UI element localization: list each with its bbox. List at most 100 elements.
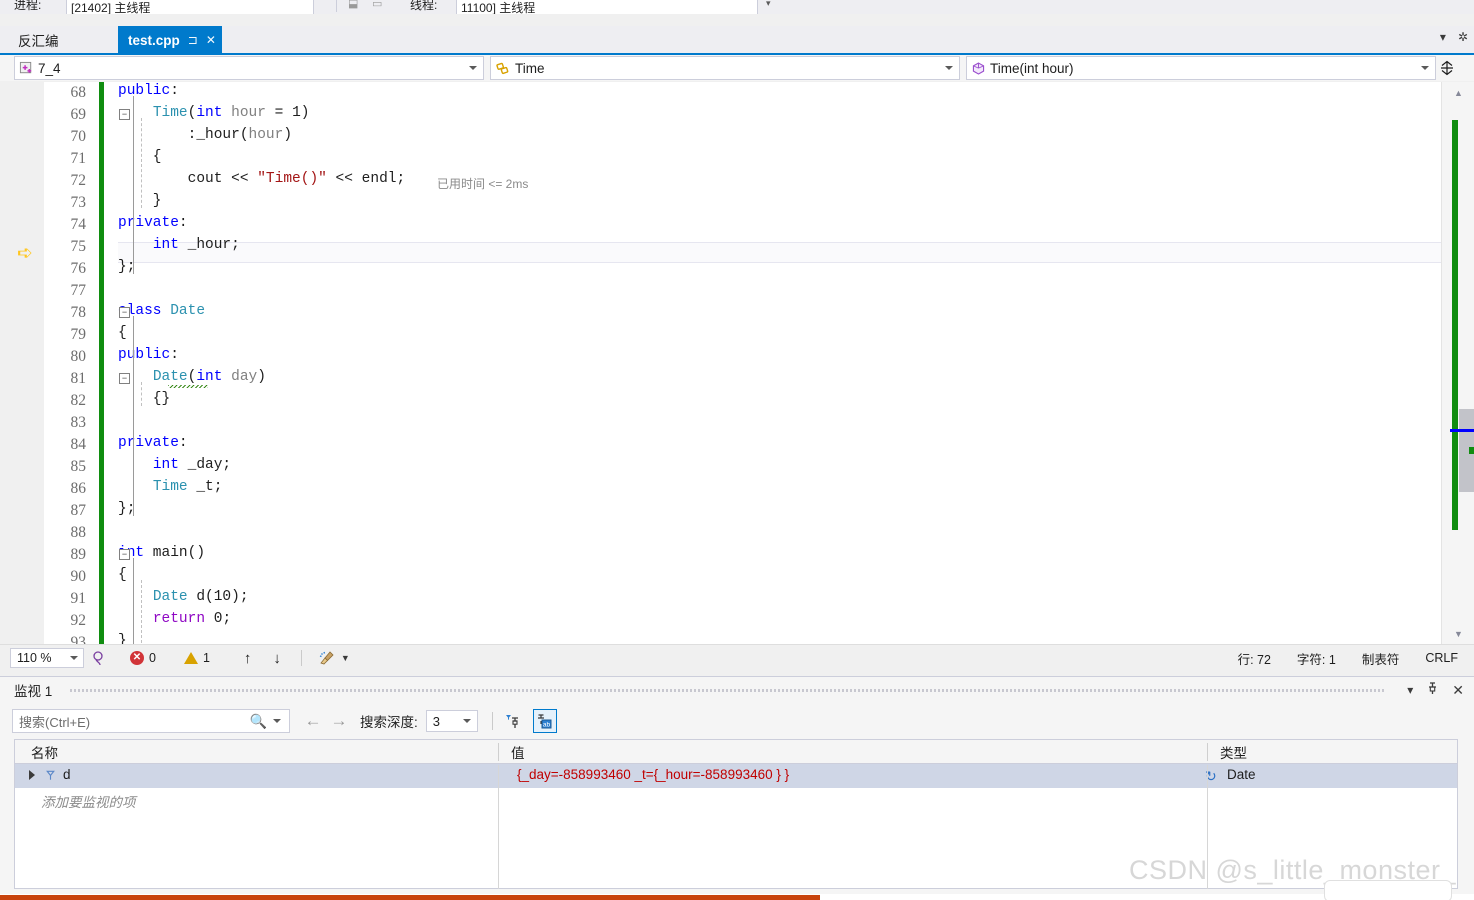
- code-line[interactable]: 90 {: [0, 566, 1441, 588]
- chevron-down-icon[interactable]: ▼: [341, 653, 350, 663]
- toolbar-glyph-1[interactable]: ⬓: [348, 0, 358, 10]
- code-line[interactable]: 92 return 0;: [0, 610, 1441, 632]
- code-lines: 68 public: 69 Time(int hour = 1) − 70 :_hour…: [0, 82, 1441, 644]
- fold-toggle-icon[interactable]: −: [119, 307, 130, 318]
- line-number: 71: [70, 150, 87, 167]
- fold-toggle-icon[interactable]: −: [119, 109, 130, 120]
- pin-filter-button[interactable]: [501, 709, 525, 733]
- member-dropdown[interactable]: Time(int hour): [966, 56, 1436, 80]
- chevron-down-icon[interactable]: ▾: [1407, 683, 1413, 697]
- close-icon[interactable]: ✕: [206, 33, 216, 47]
- code-text: {: [118, 567, 127, 583]
- code-line[interactable]: 80 public:: [0, 346, 1441, 368]
- toolbar-overflow-icon[interactable]: ▾: [766, 0, 771, 9]
- fold-toggle-icon[interactable]: −: [119, 373, 130, 384]
- line-number: 87: [70, 502, 87, 519]
- toolbar-glyph-2[interactable]: ▭: [372, 0, 382, 10]
- navigation-bar: 7_4 Time Time(int hour): [0, 55, 1474, 81]
- code-cleanup-button[interactable]: ▼: [318, 650, 350, 666]
- indent-guide: [141, 118, 142, 208]
- code-line[interactable]: 78 class Date −: [0, 302, 1441, 324]
- search-icon[interactable]: 🔍: [250, 713, 267, 730]
- code-line[interactable]: 84 private:: [0, 434, 1441, 456]
- fold-toggle-icon[interactable]: −: [119, 549, 130, 560]
- watch-row-value[interactable]: {_day=-858993460 _t={_hour=-858993460 } …: [517, 767, 789, 782]
- line-number: 89: [70, 546, 87, 563]
- code-line[interactable]: 76};: [0, 258, 1441, 280]
- status-bar-right: 行: 72 字符: 1 制表符 CRLF: [1238, 649, 1474, 668]
- code-line[interactable]: 91 Date d(10);: [0, 588, 1441, 610]
- hex-display-button[interactable]: ab: [532, 709, 557, 733]
- process-selector[interactable]: [21402] 主线程: [66, 0, 314, 14]
- chevron-down-icon[interactable]: [70, 656, 78, 660]
- scroll-up-icon[interactable]: ▲: [1450, 84, 1467, 101]
- code-editor[interactable]: ➪ 68 public: 69 Time(int hour = 1) −70 :_ho…: [0, 82, 1474, 644]
- error-count-item[interactable]: ✕ 0: [130, 651, 156, 665]
- chevron-down-icon[interactable]: ▾: [1440, 30, 1446, 44]
- search-next-button[interactable]: →: [326, 711, 352, 731]
- code-line[interactable]: 81 Date(int day) −: [0, 368, 1441, 390]
- broom-icon: [319, 651, 334, 665]
- column-header-type[interactable]: 类型: [1212, 740, 1247, 763]
- close-icon[interactable]: ✕: [1452, 682, 1464, 699]
- chevron-down-icon[interactable]: [945, 66, 953, 70]
- search-depth-input[interactable]: 3: [425, 710, 478, 732]
- search-previous-button[interactable]: ←: [300, 711, 326, 731]
- project-dropdown[interactable]: 7_4: [14, 56, 484, 80]
- thread-selector[interactable]: 11100] 主线程: [456, 0, 758, 14]
- search-input[interactable]: 搜索(Ctrl+E) 🔍: [12, 709, 290, 733]
- code-line[interactable]: 86 Time _t;: [0, 478, 1441, 500]
- chevron-down-icon[interactable]: [469, 66, 477, 70]
- zoom-level-label: 110 %: [17, 651, 52, 665]
- code-line[interactable]: 77: [0, 280, 1441, 302]
- class-dropdown[interactable]: Time: [490, 56, 960, 80]
- table-row[interactable]: d {_day=-858993460 _t={_hour=-858993460 …: [15, 764, 1457, 788]
- code-line[interactable]: 68 public:: [0, 82, 1441, 104]
- pin-icon[interactable]: [1427, 682, 1438, 698]
- code-line[interactable]: 74 private:: [0, 214, 1441, 236]
- previous-issue-button[interactable]: ↑: [244, 650, 252, 667]
- gear-icon[interactable]: ✲: [1458, 30, 1468, 44]
- scroll-down-icon[interactable]: ▼: [1450, 625, 1467, 642]
- code-line[interactable]: 73 }: [0, 192, 1441, 214]
- change-bar: [99, 544, 104, 566]
- code-line[interactable]: 85 int _day;: [0, 456, 1441, 478]
- watch-add-row[interactable]: 添加要监视的项: [15, 788, 1457, 812]
- code-line[interactable]: 87};: [0, 500, 1441, 522]
- scrollbar-track[interactable]: [1450, 102, 1474, 624]
- column-header-value[interactable]: 值: [503, 740, 525, 763]
- chevron-down-icon[interactable]: [462, 719, 471, 723]
- code-line[interactable]: 72 cout << "Time()" << endl;: [0, 170, 1441, 192]
- change-bar: [99, 280, 104, 302]
- pin-icon[interactable]: ⊐: [188, 33, 198, 47]
- change-bar: [99, 258, 104, 280]
- code-line[interactable]: 75 int _hour;: [0, 236, 1441, 258]
- next-issue-button[interactable]: ↓: [273, 650, 281, 667]
- code-line[interactable]: 69 Time(int hour = 1) −: [0, 104, 1441, 126]
- split-window-icon[interactable]: [1436, 56, 1458, 80]
- chevron-down-icon[interactable]: [273, 719, 281, 723]
- chevron-down-icon[interactable]: [1421, 66, 1429, 70]
- code-line[interactable]: 82 {}: [0, 390, 1441, 412]
- change-bar: [99, 412, 104, 434]
- code-text: public:: [118, 347, 179, 363]
- code-text: int main(): [118, 545, 206, 561]
- tab-disassembly[interactable]: 反汇编: [8, 26, 69, 54]
- tab-test-cpp[interactable]: test.cpp ⊐ ✕: [118, 26, 222, 54]
- intellisense-icon[interactable]: [84, 650, 114, 666]
- code-line[interactable]: 83: [0, 412, 1441, 434]
- watch-title-bar[interactable]: 监视 1 ▾ ✕: [0, 677, 1474, 703]
- column-header-name[interactable]: 名称: [23, 740, 58, 763]
- code-line[interactable]: 89 int main() −: [0, 544, 1441, 566]
- zoom-level-dropdown[interactable]: 110 %: [10, 648, 84, 668]
- code-line[interactable]: 79 {: [0, 324, 1441, 346]
- code-line[interactable]: 88: [0, 522, 1441, 544]
- warning-count-item[interactable]: 1: [183, 651, 210, 665]
- error-icon: ✕: [130, 651, 144, 665]
- editor-scrollbar[interactable]: ▲ ▼: [1441, 82, 1474, 644]
- code-line[interactable]: 71 {: [0, 148, 1441, 170]
- eol-indicator: CRLF: [1425, 651, 1458, 665]
- code-line[interactable]: 93}: [0, 632, 1441, 644]
- code-line[interactable]: 70 :_hour(hour): [0, 126, 1441, 148]
- expander-icon[interactable]: [29, 770, 35, 780]
